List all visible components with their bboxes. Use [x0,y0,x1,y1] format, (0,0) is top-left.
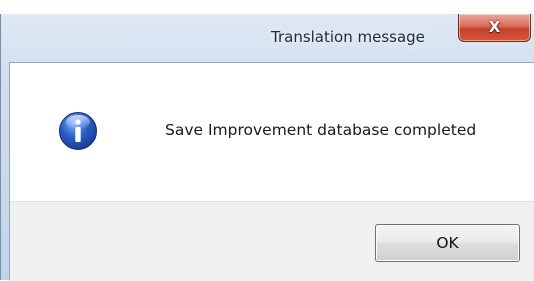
close-button[interactable]: X [458,14,531,42]
button-area: OK [10,201,534,281]
info-icon [59,112,97,150]
dialog-client: Save Improvement database completed OK [9,62,534,281]
dialog-message: Save Improvement database completed [165,121,477,139]
close-icon: X [488,18,501,36]
dialog-window: Translation message X Save Improvement d… [0,14,534,281]
message-area: Save Improvement database completed [10,63,534,201]
ok-button[interactable]: OK [375,224,520,262]
dialog-title: Translation message [271,28,425,46]
title-bar[interactable]: Translation message X [1,14,534,58]
